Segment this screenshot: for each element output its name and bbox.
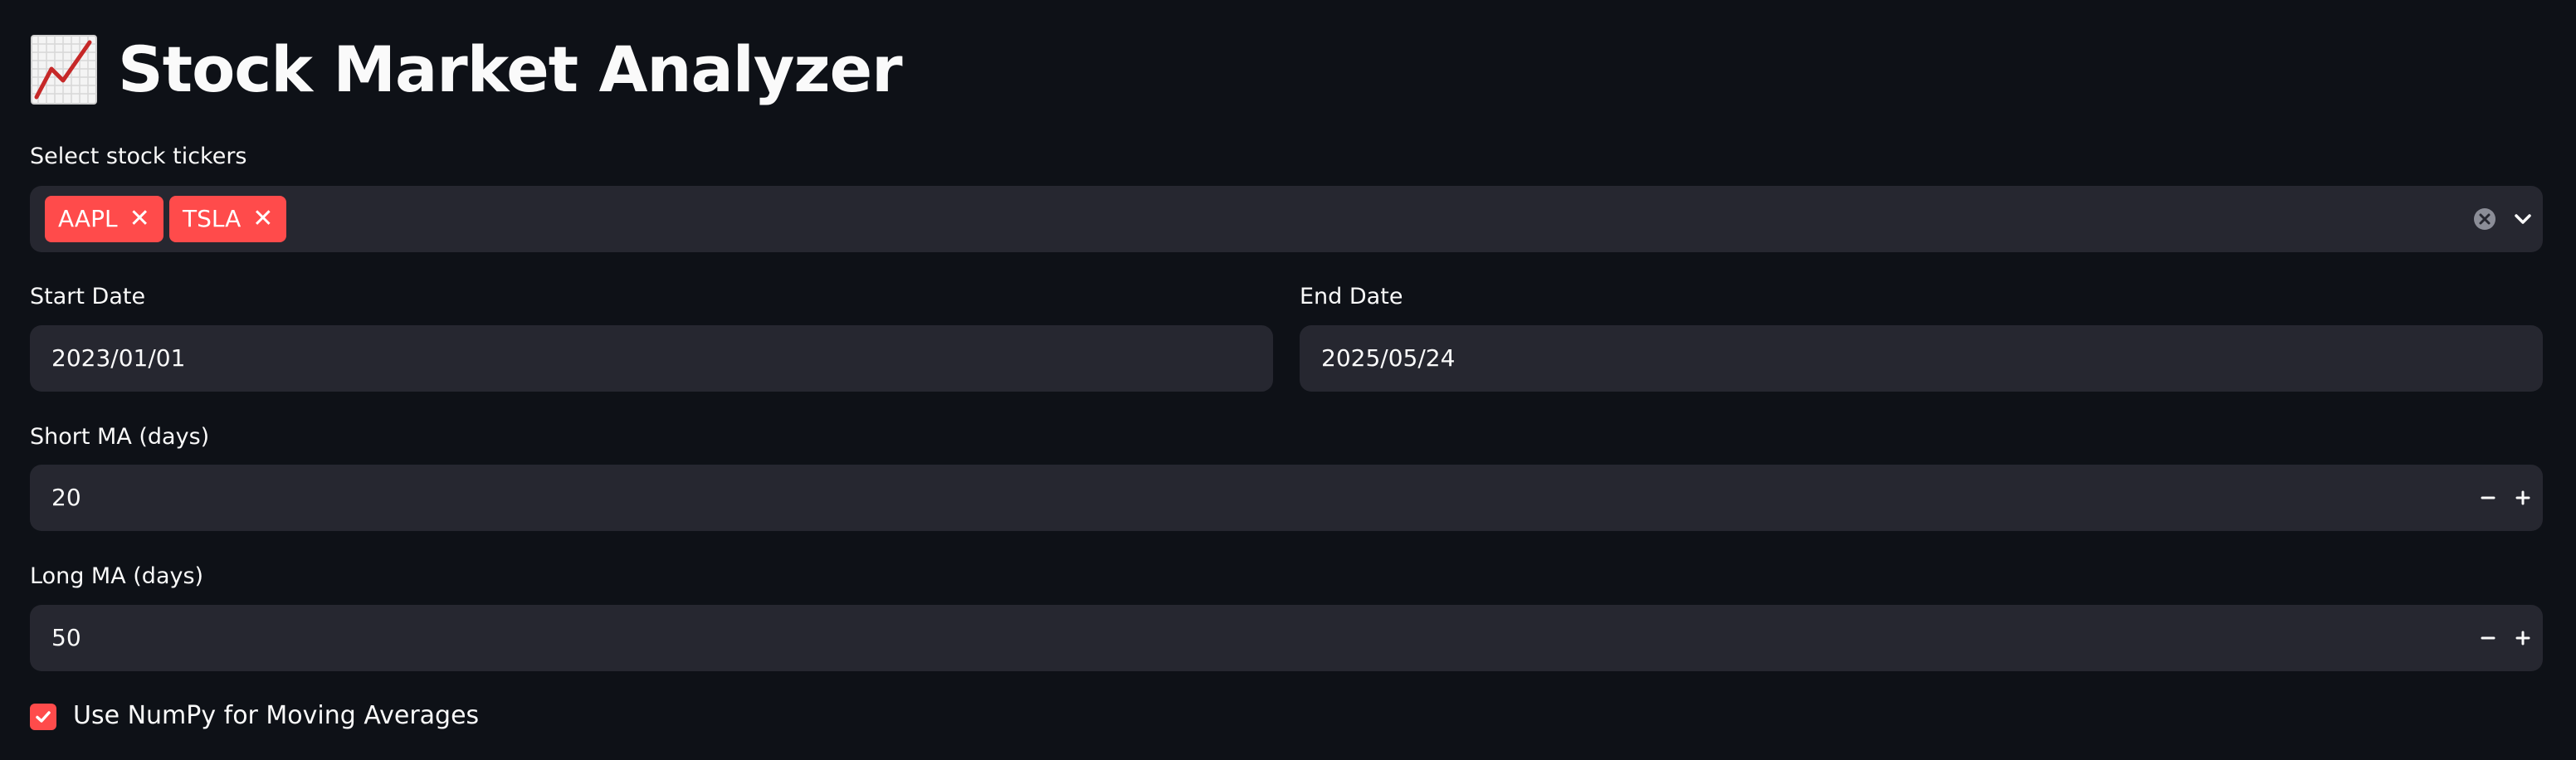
remove-tsla-icon[interactable]: ✕ <box>252 196 273 242</box>
checkmark-icon <box>36 711 51 723</box>
long-ma-decrement-icon[interactable] <box>2468 618 2508 658</box>
long-ma-label: Long MA (days) <box>30 563 204 589</box>
ticker-chip-label: TSLA <box>183 205 242 232</box>
start-date-value: 2023/01/01 <box>51 344 186 372</box>
short-ma-decrement-icon[interactable] <box>2468 478 2508 518</box>
clear-all-icon[interactable] <box>2465 199 2505 239</box>
page-header: Stock Market Analyzer <box>30 23 903 114</box>
numpy-checkbox-label[interactable]: Use NumPy for Moving Averages <box>73 701 479 730</box>
start-date-label: Start Date <box>30 284 146 309</box>
long-ma-increment-icon[interactable] <box>2503 618 2543 658</box>
ticker-chip-label: AAPL <box>58 205 118 232</box>
chart-increasing-icon <box>30 32 98 105</box>
short-ma-value: 20 <box>51 484 81 511</box>
tickers-multiselect[interactable]: AAPL ✕ TSLA ✕ <box>30 186 2543 252</box>
ticker-chip-tsla: TSLA ✕ <box>169 196 287 242</box>
short-ma-label: Short MA (days) <box>30 424 210 450</box>
tickers-label: Select stock tickers <box>30 144 247 169</box>
end-date-label: End Date <box>1300 284 1403 309</box>
short-ma-number-input[interactable]: 20 <box>30 465 2543 531</box>
end-date-value: 2025/05/24 <box>1321 344 1456 372</box>
short-ma-increment-icon[interactable] <box>2503 478 2543 518</box>
ticker-chip-aapl: AAPL ✕ <box>45 196 163 242</box>
long-ma-number-input[interactable]: 50 <box>30 605 2543 671</box>
remove-aapl-icon[interactable]: ✕ <box>129 196 150 242</box>
long-ma-value: 50 <box>51 624 81 651</box>
start-date-input[interactable]: 2023/01/01 <box>30 325 1273 392</box>
end-date-input[interactable]: 2025/05/24 <box>1300 325 2543 392</box>
numpy-checkbox[interactable] <box>30 704 56 730</box>
chevron-down-icon[interactable] <box>2503 199 2543 239</box>
page-title: Stock Market Analyzer <box>118 32 903 106</box>
